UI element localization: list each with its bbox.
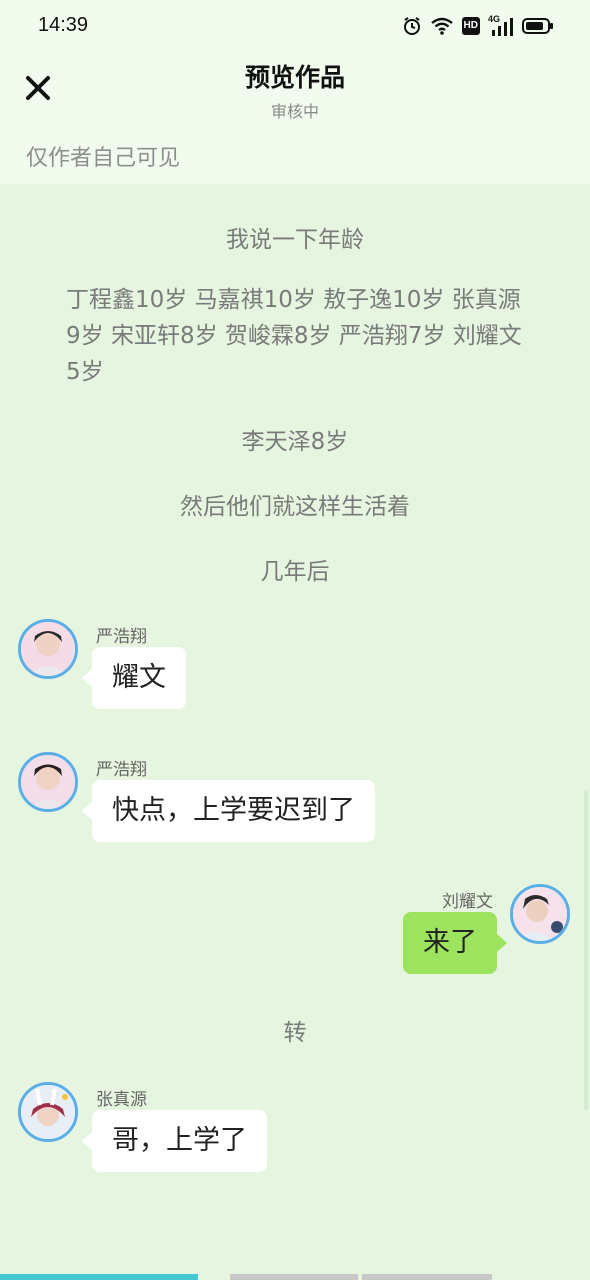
message-bubble[interactable]: 来了 — [403, 912, 507, 974]
message-bubble[interactable]: 耀文 — [82, 647, 186, 709]
page-title: 预览作品 — [244, 63, 345, 92]
avatar[interactable] — [18, 1082, 78, 1142]
scrollbar[interactable] — [584, 790, 588, 1110]
sender-name: 刘耀文 — [442, 892, 493, 912]
progress-segment — [362, 1274, 492, 1280]
sender-name: 严浩翔 — [96, 760, 147, 780]
story-line: 转 — [283, 1020, 307, 1046]
alarm-icon — [403, 17, 420, 35]
wifi-icon — [430, 17, 453, 35]
review-status: 审核中 — [270, 102, 319, 121]
status-time: 14:39 — [38, 14, 89, 36]
avatar[interactable] — [510, 884, 570, 944]
header-area: 14:39 HD 4G 预览作品 审核中 仅作者自己可见 — [0, 0, 590, 184]
sender-name: 张真源 — [96, 1090, 147, 1110]
story-line: 我说一下年龄 — [226, 227, 364, 253]
story-line: 几年后 — [260, 559, 330, 585]
progress-segment — [0, 1274, 198, 1280]
visibility-note: 仅作者自己可见 — [26, 146, 181, 171]
progress-bar — [0, 1274, 590, 1280]
avatar[interactable] — [18, 752, 78, 812]
status-bar: 14:39 HD 4G — [0, 0, 590, 52]
avatar[interactable] — [18, 619, 78, 679]
4g-signal-icon: 4G — [488, 14, 514, 36]
battery-icon — [522, 18, 553, 34]
story-paragraph: 丁程鑫10岁 马嘉祺10岁 敖子逸10岁 张真源9岁 宋亚轩8岁 贺峻霖8岁 严… — [66, 287, 522, 385]
story-line: 然后他们就这样生活着 — [180, 494, 410, 520]
progress-segment — [230, 1274, 358, 1280]
sender-name: 严浩翔 — [96, 627, 147, 647]
story-line: 李天泽8岁 — [241, 429, 349, 455]
hd-icon: HD — [461, 17, 480, 35]
message-bubble[interactable]: 哥，上学了 — [82, 1110, 267, 1172]
message-bubble[interactable]: 快点，上学要迟到了 — [82, 780, 375, 842]
